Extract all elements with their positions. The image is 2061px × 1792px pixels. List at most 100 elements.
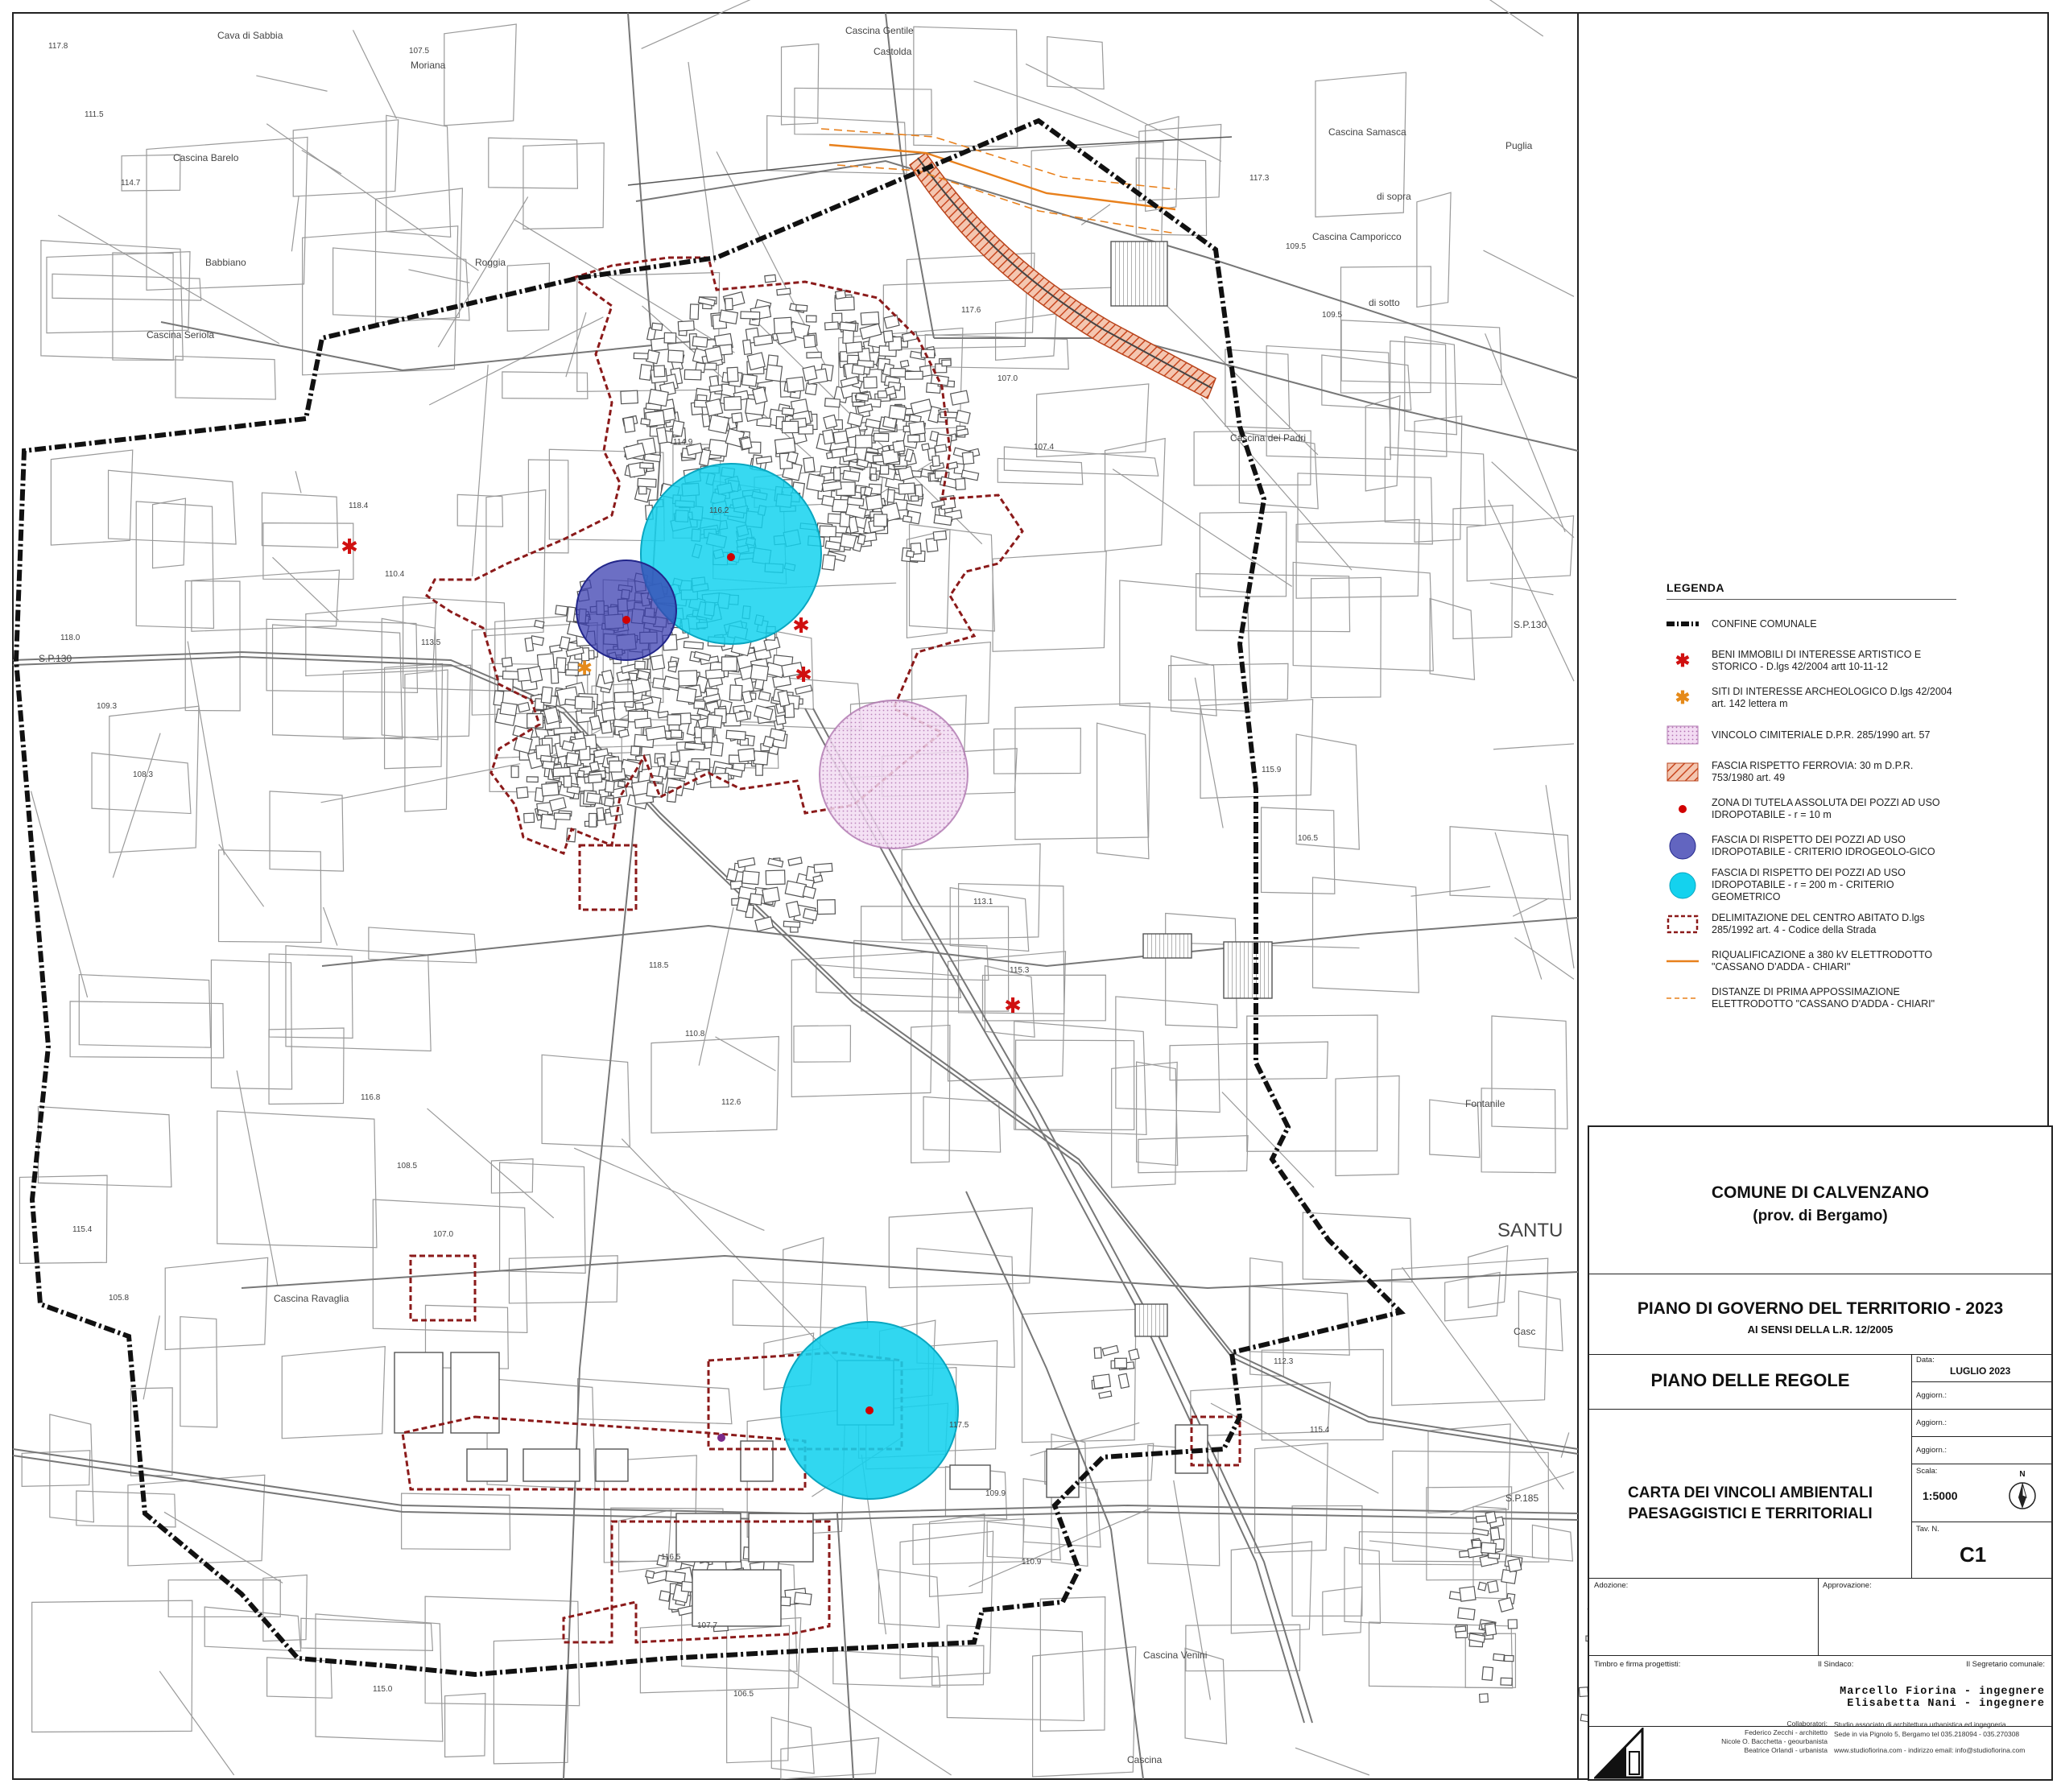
well-marker [622, 616, 630, 624]
place-label: Cava di Sabbia [217, 30, 283, 41]
engineer-name-1: Marcello Fiorina - ingegnere [1840, 1686, 2045, 1698]
studio-logo-icon [1594, 1728, 1644, 1779]
update-label: Aggiorn.: [1916, 1391, 1947, 1400]
sheet-number: C1 [1960, 1542, 1987, 1567]
place-label: Cascina dei Padri [1230, 432, 1306, 444]
studio-info: Studio associato di architettura urbanis… [1834, 1720, 2050, 1755]
map-title-cell: CARTA DEI VINCOLI AMBIENTALI PAESAGGISTI… [1589, 1409, 1912, 1579]
legend-item-beni: ✱ BENI IMMOBILI DI INTERESSE ARTISTICO E… [1667, 645, 1956, 677]
well-marker [727, 553, 735, 561]
elevation-label: 109.5 [1322, 311, 1342, 320]
well-marker [717, 1434, 725, 1442]
heritage-star-icon: ✱ [1004, 994, 1022, 1018]
update-cell-2: Aggiorn.: [1911, 1409, 2051, 1437]
update-label: Aggiorn.: [1916, 1446, 1947, 1455]
legend-label: BENI IMMOBILI DI INTERESSE ARTISTICO E S… [1712, 649, 1922, 672]
firm-names: Marcello Fiorina - ingegnere Elisabetta … [1658, 1686, 2045, 1710]
date-cell: Data: LUGLIO 2023 [1911, 1354, 2051, 1382]
legend: LEGENDA CONFINE COMUNALE ✱ BENI IMMOBILI… [1667, 581, 1956, 1019]
scale-value: 1:5000 [1923, 1489, 1958, 1502]
mayor-label: Il Sindaco: [1818, 1660, 1854, 1669]
heritage-star-icon: ✱ [795, 663, 812, 687]
elevation-label: 117.3 [1249, 174, 1270, 183]
elevation-label: 109.5 [1286, 242, 1306, 251]
plan-section-title: PIANO DELLE REGOLE [1650, 1370, 1850, 1390]
legend-label: ZONA DI TUTELA ASSOLUTA DEI POZZI AD USO… [1712, 797, 1940, 820]
collaborators-title: Collaboratori: [1786, 1720, 1828, 1728]
elevation-label: 112.6 [721, 1098, 741, 1107]
elevation-label: 108.3 [133, 770, 153, 779]
engineer-name-2: Elisabetta Nani - ingegnere [1847, 1698, 2045, 1710]
railway-buffer-zone [908, 151, 1216, 400]
archaeological-site-icon: ✱ [576, 657, 593, 679]
studio-line: Studio associato di architettura urbanis… [1834, 1720, 2006, 1728]
legend-label: SITI DI INTERESSE ARCHEOLOGICO D.lgs 42/… [1712, 686, 1952, 709]
legend-label: DISTANZE DI PRIMA APPOSSIMAZIONE ELETTRO… [1712, 986, 1935, 1010]
built-up-boundary-icon [1667, 913, 1699, 935]
elevation-label: 106.5 [1298, 834, 1318, 843]
legend-label: DELIMITAZIONE DEL CENTRO ABITATO D.lgs 2… [1712, 912, 1925, 935]
collaborator: Beatrice Orlandi - urbanista [1744, 1746, 1828, 1754]
adoption-cell: Adozione: [1589, 1578, 1819, 1656]
elevation-label: 111.5 [85, 110, 104, 119]
date-value: LUGLIO 2023 [1950, 1365, 2011, 1377]
place-label: Cascina Ravaglia [274, 1293, 349, 1304]
cemetery-buffer-zone [819, 700, 969, 849]
place-label: S.P.130 [1514, 619, 1547, 630]
stamp-label: Timbro e firma progettisti: [1594, 1660, 1681, 1669]
elevation-label: 109.3 [97, 702, 117, 711]
place-label: Puglia [1505, 140, 1533, 151]
hydrogeologic-buffer-icon [1667, 832, 1699, 860]
title-block-piano: PIANO DI GOVERNO DEL TERRITORIO - 2023 A… [1589, 1274, 2051, 1355]
map-title-line1: CARTA DEI VINCOLI AMBIENTALI [1628, 1484, 1873, 1501]
title-block-comune: COMUNE DI CALVENZANO (prov. di Bergamo) [1589, 1127, 2051, 1274]
approval-label: Approvazione: [1823, 1581, 1872, 1590]
elevation-label: 107.5 [409, 47, 429, 56]
legend-item-distanze: DISTANZE DI PRIMA APPOSSIMAZIONE ELETTRO… [1667, 982, 1956, 1014]
elevation-label: 117.6 [961, 306, 981, 315]
elevation-label: 116.2 [709, 506, 729, 515]
legend-item-ferrovia: FASCIA RISPETTO FERROVIA: 30 m D.P.R. 75… [1667, 756, 1956, 788]
elevation-label: 115.3 [1010, 966, 1030, 975]
place-label: SANTU [1497, 1220, 1563, 1241]
place-label: Cascina Samasca [1328, 126, 1406, 138]
place-label: S.P.130 [39, 653, 72, 664]
adoption-label: Adozione: [1594, 1581, 1629, 1590]
heritage-star-icon: ✱ [792, 614, 810, 638]
collaborator: Nicole O. Bacchetta - geourbanista [1721, 1737, 1828, 1745]
place-label: Babbiano [205, 257, 246, 268]
elevation-label: 107.0 [997, 374, 1018, 383]
legend-item-geometrico: FASCIA DI RISPETTO DEI POZZI AD USO IDRO… [1667, 867, 1956, 903]
elevation-label: 113.1 [973, 898, 993, 906]
plan-law: AI SENSI DELLA L.R. 12/2005 [1747, 1323, 1894, 1336]
elevation-label: 118.4 [349, 502, 369, 510]
elevation-label: 106.5 [733, 1690, 754, 1699]
legend-item-centro: DELIMITAZIONE DEL CENTRO ABITATO D.lgs 2… [1667, 908, 1956, 940]
legend-item-confine: CONFINE COMUNALE [1667, 608, 1956, 640]
collaborators: Collaboratori: Federico Zecchi - archite… [1658, 1720, 1828, 1755]
update-cell-3: Aggiorn.: [1911, 1436, 2051, 1464]
power-line-distance-icon [1667, 987, 1699, 1010]
update-cell-1: Aggiorn.: [1911, 1381, 2051, 1410]
place-label: Cascina [1127, 1754, 1163, 1765]
elevation-label: 110.4 [385, 570, 405, 579]
legend-label: FASCIA DI RISPETTO DEI POZZI AD USO IDRO… [1712, 867, 1906, 902]
sheet-number-cell: Tav. N. C1 [1911, 1522, 2051, 1579]
elevation-label: 118.0 [60, 634, 81, 642]
legend-label: RIQUALIFICAZIONE a 380 kV ELETTRODOTTO "… [1712, 949, 1933, 972]
map-title-line2: PAESAGGISTICI E TERRITORIALI [1628, 1505, 1873, 1522]
place-label: Fontanile [1465, 1098, 1505, 1109]
power-line-icon [1667, 950, 1699, 972]
plan-title: PIANO DI GOVERNO DEL TERRITORIO - 2023 [1637, 1299, 2004, 1318]
elevation-label: 116.5 [661, 1553, 681, 1562]
north-label: N [2019, 1470, 2026, 1479]
elevation-label: 108.5 [397, 1162, 417, 1171]
elevation-label: 112.3 [1274, 1357, 1294, 1366]
elevation-label: 107.7 [697, 1621, 717, 1630]
collaborator: Federico Zecchi - architetto [1745, 1728, 1828, 1736]
place-label: S.P.185 [1505, 1493, 1539, 1504]
elevation-label: 117.8 [48, 42, 68, 51]
scale-label: Scala: [1916, 1467, 1938, 1476]
legend-label: VINCOLO CIMITERIALE D.P.R. 285/1990 art.… [1712, 729, 1931, 741]
studio-line: www.studiofiorina.com - indirizzo email:… [1834, 1746, 2026, 1754]
